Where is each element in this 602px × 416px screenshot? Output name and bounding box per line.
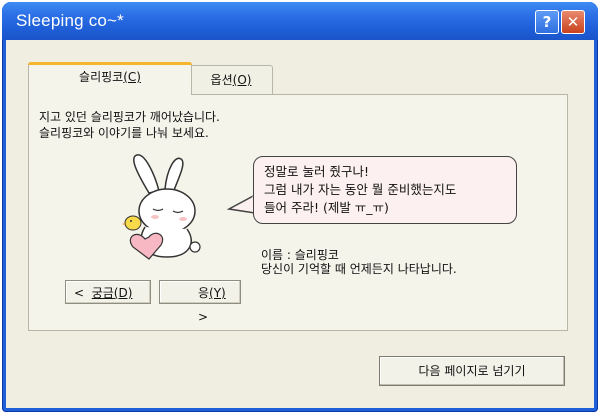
character-description: 당신이 기억할 때 언제든지 나타납니다.: [261, 262, 457, 276]
dialog-client: 슬리핑코(C) 옵션(O) 지고 있던 슬리핑코가 깨어났습니다. 슬리핑코와 …: [6, 40, 594, 408]
curious-button-label: 궁금(D): [92, 286, 133, 300]
curious-label-text: 궁금: [91, 286, 114, 300]
tab-sleepingco-label: 슬리핑코: [79, 70, 124, 84]
speech-bubble: 정말로 눌러 줬구나! 그럼 내가 자는 동안 뭘 준비했는지도 들어 주라! …: [253, 156, 517, 224]
character-name: 이름 : 슬리핑코: [261, 248, 339, 262]
title-bar[interactable]: Sleeping co~* ? ✕: [2, 2, 598, 40]
speech-line-3: 들어 주라! (제발 ㅠ_ㅠ): [264, 200, 389, 215]
tab-options-accel: (O): [232, 73, 252, 87]
intro-line-2: 슬리핑코와 이야기를 나눠 보세요.: [39, 126, 209, 140]
right-chevron-icon: >: [198, 310, 209, 324]
yes-button-accel: (Y): [209, 286, 226, 300]
curious-button[interactable]: < 궁금(D): [65, 280, 151, 304]
sleeping-bunny-illustration: [122, 154, 201, 260]
speech-line-1: 정말로 눌러 줬구나!: [264, 164, 369, 179]
tab-options[interactable]: 옵션(O): [190, 65, 273, 95]
character-info: 이름 : 슬리핑코 당신이 기억할 때 언제든지 나타납니다.: [261, 248, 457, 276]
window-title: Sleeping co~*: [16, 11, 124, 30]
tab-sleepingco[interactable]: 슬리핑코(C): [28, 62, 192, 95]
speech-line-2: 그럼 내가 자는 동안 뭘 준비했는지도: [264, 182, 457, 197]
tab-panel: 지고 있던 슬리핑코가 깨어났습니다. 슬리핑코와 이야기를 나눠 보세요. 정…: [28, 94, 568, 331]
intro-text: 지고 있던 슬리핑코가 깨어났습니다. 슬리핑코와 이야기를 나눠 보세요.: [39, 109, 220, 141]
yes-button[interactable]: 응(Y) >: [159, 280, 241, 324]
tab-options-label: 옵션: [210, 73, 233, 87]
next-page-button[interactable]: 다음 페이지로 넘기기: [379, 356, 565, 386]
help-button[interactable]: ?: [535, 10, 559, 34]
tab-sleepingco-accel: (C): [123, 70, 141, 84]
close-button[interactable]: ✕: [561, 10, 585, 34]
intro-line-1: 지고 있던 슬리핑코가 깨어났습니다.: [39, 110, 220, 124]
left-chevron-icon: <: [74, 286, 85, 300]
yes-button-text: 응: [198, 286, 210, 300]
curious-label-accel: (D): [113, 286, 133, 300]
dialog-window: Sleeping co~* ? ✕ 슬리핑코(C) 옵션(O) 지고 있던 슬리…: [2, 2, 598, 412]
